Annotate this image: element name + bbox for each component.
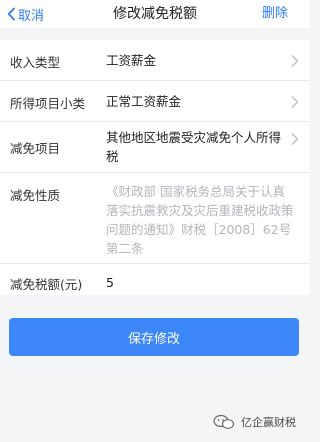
row-exemption-item[interactable]: 减免项目 其他地区地震受灾减免个人所得税 <box>0 122 310 173</box>
income-type-label: 收入类型 <box>10 55 61 70</box>
watermark-text: 亿企赢财税 <box>241 416 296 429</box>
nav-bar: 取消 修改减免税额 删除 <box>0 0 310 28</box>
row-exemption-nature: 减免性质 《财政部 国家税务总局关于认真落实抗震救灾及灾后重建税收政策问题的通知… <box>0 173 310 264</box>
wechat-icon <box>213 414 235 430</box>
watermark: 亿企赢财税 <box>213 414 296 430</box>
income-type-value: 工资薪金 <box>106 53 157 68</box>
exemption-amount-label: 减免税额(元) <box>10 277 83 292</box>
chevron-right-icon <box>290 94 300 109</box>
exemption-item-label: 减免项目 <box>10 141 61 156</box>
exemption-nature-value: 《财政部 国家税务总局关于认真落实抗震救灾及灾后重建税收政策问题的通知》财税［2… <box>106 184 294 256</box>
row-item-subclass[interactable]: 所得项目小类 正常工资薪金 <box>0 81 310 122</box>
delete-button[interactable]: 删除 <box>262 5 288 23</box>
item-subclass-label: 所得项目小类 <box>10 96 86 111</box>
chevron-right-icon <box>290 53 300 68</box>
exemption-amount-input[interactable]: 5 <box>106 273 114 292</box>
save-button[interactable]: 保存修改 <box>9 318 299 356</box>
row-exemption-amount[interactable]: 减免税额(元) 5 <box>0 264 310 295</box>
form-card: 收入类型 工资薪金 所得项目小类 正常工资薪金 减免项目 其他地区地震受灾减免个… <box>0 40 310 295</box>
row-income-type[interactable]: 收入类型 工资薪金 <box>0 40 310 81</box>
chevron-right-icon <box>290 131 300 146</box>
item-subclass-value: 正常工资薪金 <box>106 94 182 109</box>
exemption-item-value: 其他地区地震受灾减免个人所得税 <box>106 130 282 164</box>
exemption-nature-label: 减免性质 <box>10 188 61 203</box>
